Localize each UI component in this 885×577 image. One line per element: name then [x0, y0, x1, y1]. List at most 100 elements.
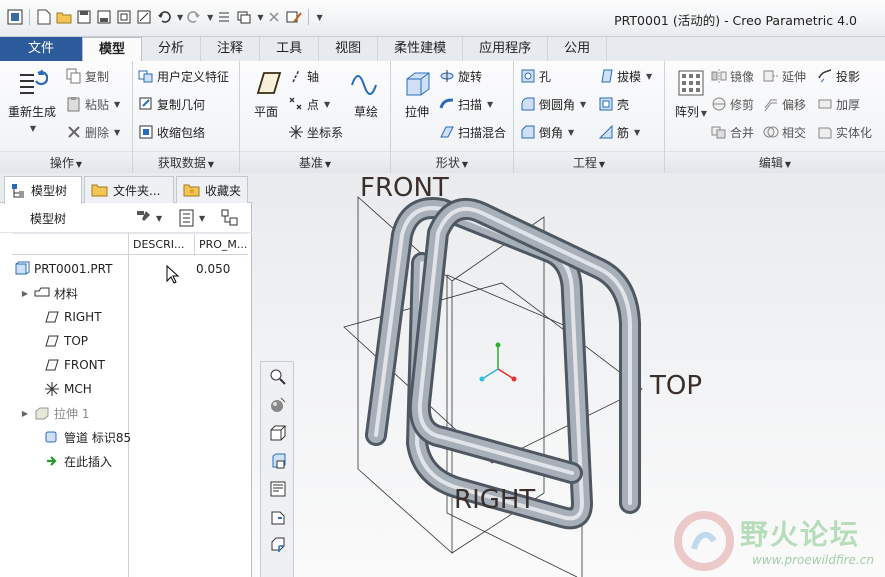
save-copy-icon[interactable]: [115, 8, 133, 26]
swept-blend-button[interactable]: 扫描混合: [439, 121, 506, 143]
hole-button[interactable]: 孔: [520, 65, 551, 87]
customize-icon[interactable]: [285, 8, 303, 26]
tab-model-tree[interactable]: 模型树: [4, 176, 82, 204]
solidify-button[interactable]: 实体化: [817, 121, 872, 143]
regenerate-small-icon[interactable]: [215, 8, 233, 26]
engineering-group-label[interactable]: 工程 ▼: [514, 151, 664, 173]
refit-button[interactable]: [267, 366, 289, 388]
point-button[interactable]: 点 ▼: [288, 93, 330, 115]
saved-orientations-button[interactable]: [267, 450, 289, 472]
delete-button[interactable]: 删除 ▼: [66, 121, 120, 143]
tab-annotate[interactable]: 注释: [201, 37, 261, 61]
merge-button[interactable]: 合并: [711, 121, 754, 143]
undo-dropdown-icon[interactable]: ▼: [177, 13, 183, 22]
tree-columns-button[interactable]: [220, 208, 240, 228]
redo-dropdown-icon[interactable]: ▼: [207, 13, 213, 22]
tab-view[interactable]: 视图: [319, 37, 379, 61]
tab-analysis[interactable]: 分析: [142, 37, 202, 61]
save-as-icon[interactable]: [95, 8, 113, 26]
tree-filters-button[interactable]: ▼: [177, 208, 205, 228]
revolve-button[interactable]: 旋转: [439, 65, 482, 87]
paste-button[interactable]: 粘贴 ▼: [66, 93, 120, 115]
editing-group-label[interactable]: 编辑 ▼: [665, 151, 885, 173]
datum-group-label[interactable]: 基准 ▼: [240, 151, 390, 173]
tab-common[interactable]: 公用: [548, 37, 608, 61]
rib-button[interactable]: 筋 ▼: [598, 121, 640, 143]
tree-row-pipe[interactable]: 管道 标识85: [0, 425, 250, 449]
top-plane-label[interactable]: TOP: [650, 371, 702, 401]
ribbon: 重新生成▼ 复制 粘贴 ▼ 删除 ▼ 操作 ▼ 用户定义特征 复制几何 收缩包络 获: [0, 61, 885, 173]
regenerate-button[interactable]: 重新生成▼: [6, 67, 58, 134]
expand-extrude-icon[interactable]: ▶: [20, 409, 30, 418]
shell-button[interactable]: 壳: [598, 93, 629, 115]
get-data-group-label[interactable]: 获取数据 ▼: [133, 151, 239, 173]
sketch-button[interactable]: 草绘: [340, 67, 392, 120]
mirror-button[interactable]: 镜像: [711, 65, 754, 87]
right-plane-label[interactable]: RIGHT: [454, 485, 535, 515]
tab-folder-browser[interactable]: 文件夹...: [84, 176, 174, 203]
tree-row-front-plane[interactable]: FRONT: [0, 353, 250, 377]
save-icon[interactable]: [75, 8, 93, 26]
copy-button[interactable]: 复制: [66, 65, 109, 87]
axis-button[interactable]: 轴: [288, 65, 319, 87]
copy-geometry-button[interactable]: 复制几何: [138, 93, 205, 115]
column-description[interactable]: DESCRI...: [128, 234, 194, 256]
appearance-button[interactable]: [267, 394, 289, 416]
tree-row-part[interactable]: PRT0001.PRT 0.050: [0, 257, 250, 281]
pattern-button[interactable]: 阵列 ▼: [665, 67, 717, 120]
extrude-button[interactable]: 拉伸: [391, 67, 443, 120]
expand-material-icon[interactable]: ▶: [20, 289, 30, 298]
tree-row-right-plane[interactable]: RIGHT: [0, 305, 250, 329]
zoom-icon: [270, 369, 286, 385]
csys-button[interactable]: 坐标系: [288, 121, 343, 143]
thicken-button[interactable]: 加厚: [817, 93, 860, 115]
tab-file[interactable]: 文件: [0, 37, 83, 61]
new-file-icon[interactable]: [35, 8, 53, 26]
tree-row-csys[interactable]: MCH: [0, 377, 250, 401]
sweep-button[interactable]: 扫描 ▼: [439, 93, 493, 115]
graphics-window[interactable]: FRONT TOP RIGHT 野火论坛 www.proewildfire.cn: [252, 173, 885, 577]
draft-button[interactable]: 拔模 ▼: [598, 65, 652, 87]
plane-button[interactable]: 平面: [240, 67, 292, 120]
undo-icon[interactable]: [155, 8, 173, 26]
view-manager-button[interactable]: [267, 478, 289, 500]
offset-button[interactable]: 偏移: [763, 93, 806, 115]
spin-center-button[interactable]: [267, 534, 289, 556]
column-pro-mp[interactable]: PRO_M...: [194, 234, 248, 256]
tree-row-top-plane[interactable]: TOP: [0, 329, 250, 353]
close-window-icon[interactable]: [265, 8, 283, 26]
tab-flexible-modeling[interactable]: 柔性建模: [378, 37, 464, 61]
round-button[interactable]: 倒圆角 ▼: [520, 93, 586, 115]
windows-dropdown-icon[interactable]: ▼: [257, 13, 263, 22]
display-style-button[interactable]: [267, 422, 289, 444]
part-icon: [15, 261, 30, 275]
open-folder-icon[interactable]: [55, 8, 73, 26]
tree-row-extrude[interactable]: ▶ 拉伸 1: [0, 401, 250, 425]
front-plane-label[interactable]: FRONT: [360, 173, 449, 203]
operations-group-label[interactable]: 操作 ▼: [0, 151, 132, 173]
trim-button[interactable]: 修剪: [711, 93, 754, 115]
tree-row-material[interactable]: ▶ 材料: [0, 281, 250, 305]
datum-display-button[interactable]: [267, 506, 289, 528]
project-button[interactable]: 投影: [817, 65, 860, 87]
qat-more-icon[interactable]: ▼: [316, 13, 322, 22]
shrinkwrap-button[interactable]: 收缩包络: [138, 121, 205, 143]
chamfer-button[interactable]: 倒角 ▼: [520, 121, 574, 143]
tab-applications[interactable]: 应用程序: [463, 37, 549, 61]
shapes-group-label[interactable]: 形状 ▼: [391, 151, 513, 173]
app-menu-icon[interactable]: [6, 8, 24, 26]
tab-tools[interactable]: 工具: [260, 37, 320, 61]
extend-button[interactable]: 延伸: [763, 65, 806, 87]
windows-icon[interactable]: [235, 8, 253, 26]
tree-settings-button[interactable]: ▼: [134, 208, 162, 228]
udf-button[interactable]: 用户定义特征: [138, 65, 229, 87]
intersect-button[interactable]: 相交: [763, 121, 806, 143]
erase-icon[interactable]: [135, 8, 153, 26]
hole-icon: [521, 69, 535, 83]
tab-model[interactable]: 模型: [82, 37, 143, 61]
tab-favorites[interactable]: 收藏夹: [176, 176, 248, 203]
redo-icon[interactable]: [185, 8, 203, 26]
tree-row-insert-here[interactable]: 在此插入: [0, 449, 250, 473]
pattern-icon: [678, 70, 704, 96]
draft-icon: [601, 69, 613, 83]
